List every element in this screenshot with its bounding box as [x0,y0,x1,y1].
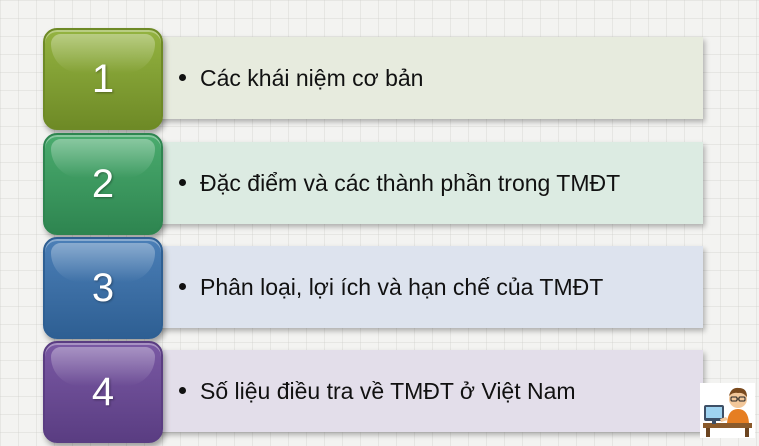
list-item: Đặc điểm và các thành phần trong TMĐT 2 [43,133,708,235]
list-item: Phân loại, lợi ích và hạn chế của TMĐT 3 [43,237,708,339]
number-badge: 1 [43,28,163,130]
badge-number: 1 [91,57,115,101]
item-text: Đặc điểm và các thành phần trong TMĐT [200,170,621,196]
badge-number: 3 [91,266,115,310]
list-item: Các khái niệm cơ bản 1 [43,28,708,130]
item-bar: Đặc điểm và các thành phần trong TMĐT [151,142,703,224]
item-text: Các khái niệm cơ bản [200,65,424,91]
item-bar: Số liệu điều tra về TMĐT ở Việt Nam [151,350,703,432]
number-badge: 2 [43,133,163,235]
badge-number: 4 [91,370,115,414]
item-bar: Phân loại, lợi ích và hạn chế của TMĐT [151,246,703,328]
number-badge: 4 [43,341,163,443]
item-text: Số liệu điều tra về TMĐT ở Việt Nam [200,378,576,404]
item-text: Phân loại, lợi ích và hạn chế của TMĐT [200,274,604,300]
number-badge: 3 [43,237,163,339]
list-item: Số liệu điều tra về TMĐT ở Việt Nam 4 [43,341,708,443]
badge-number: 2 [91,162,115,206]
bullet-icon [179,283,186,291]
bullet-icon [179,387,186,395]
item-bar: Các khái niệm cơ bản [151,37,703,119]
teacher-at-computer-icon [700,383,755,438]
bullet-icon [179,74,186,82]
bullet-icon [179,179,186,187]
slide: Các khái niệm cơ bản 1 Đặc điểm và các t… [0,0,759,446]
